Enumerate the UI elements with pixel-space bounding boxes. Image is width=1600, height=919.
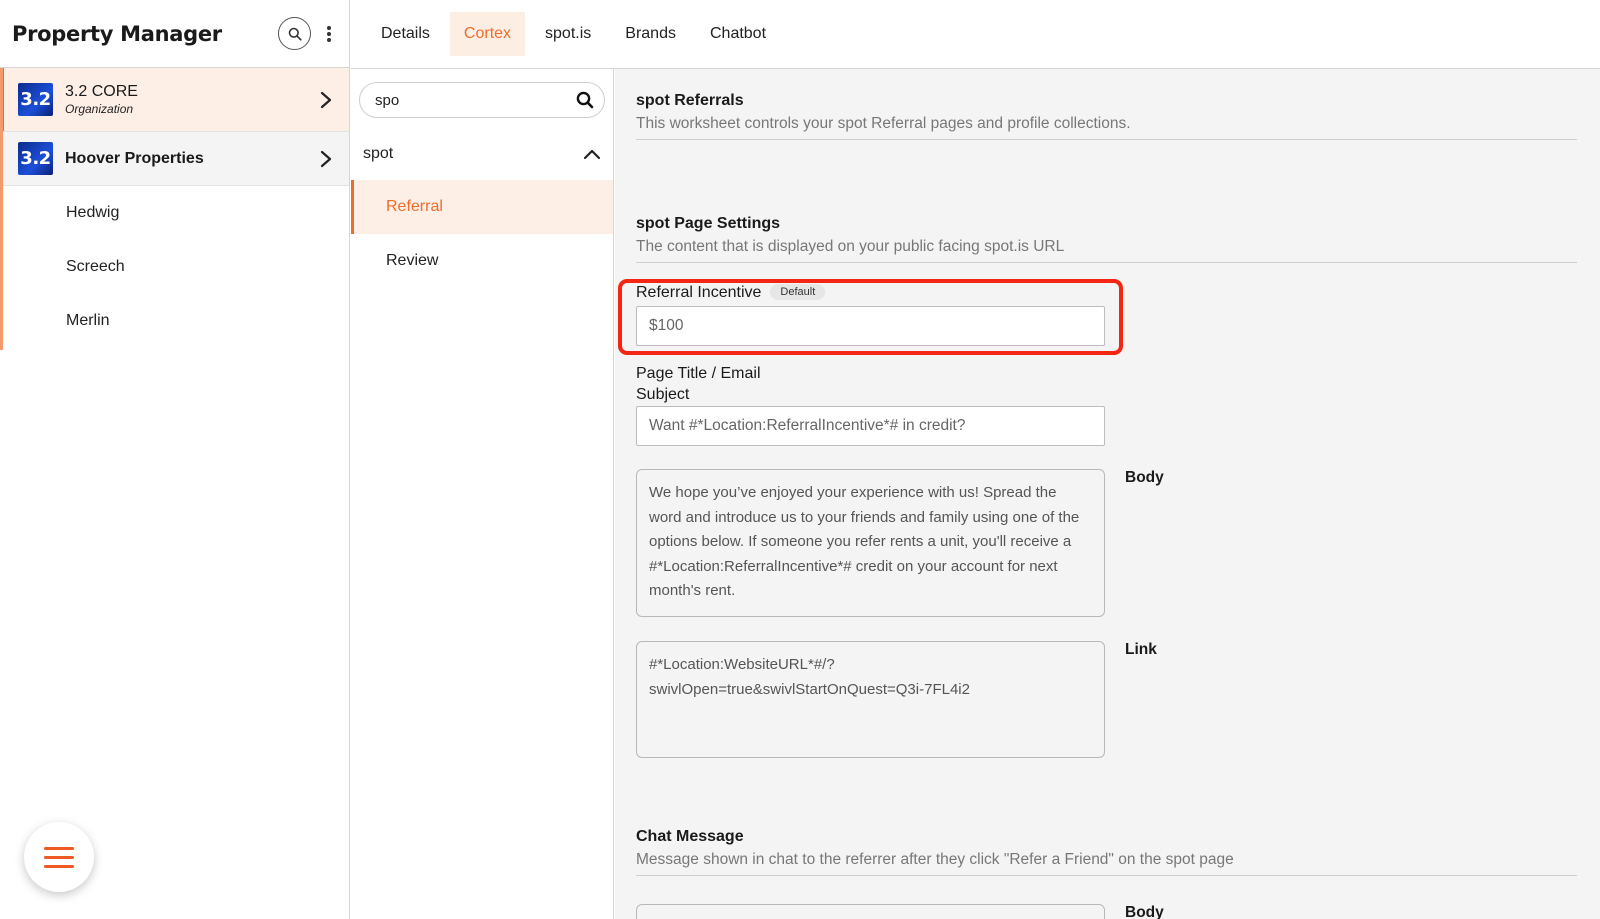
- link-label: Link: [1125, 641, 1157, 658]
- org-badge: 3.2: [18, 83, 53, 116]
- section-chat-message: Chat Message Message shown in chat to th…: [636, 828, 1577, 876]
- chat-body-textarea[interactable]: [636, 904, 1105, 919]
- section-description: The content that is displayed on your pu…: [636, 238, 1065, 255]
- section-page-settings: spot Page Settings The content that is d…: [636, 215, 1577, 263]
- default-badge: Default: [770, 284, 826, 300]
- tab-cortex[interactable]: Cortex: [449, 12, 526, 56]
- field-label-line: Page Title / Email: [636, 365, 761, 382]
- field-label-line: Subject: [636, 386, 690, 403]
- tab-bar: Details Cortex spot.is Brands Chatbot: [351, 0, 1600, 69]
- tab-spot-is[interactable]: spot.is: [531, 12, 605, 56]
- search-button[interactable]: [278, 17, 311, 50]
- org-row-hoover[interactable]: 3.2 Hoover Properties: [0, 132, 349, 186]
- menu-fab-button[interactable]: [24, 822, 94, 892]
- chevron-right-icon[interactable]: [315, 148, 337, 170]
- worksheet-nav: spot Referral Review: [351, 69, 614, 919]
- sidebar: Property Manager 3.2 3.2 CORE Organizati…: [0, 0, 350, 919]
- body-label: Body: [1125, 469, 1164, 486]
- section-spot-referrals: spot Referrals This worksheet controls y…: [636, 92, 1577, 140]
- search-icon[interactable]: [576, 91, 594, 109]
- org-name: Hoover Properties: [65, 149, 204, 167]
- link-line: #*Location:WebsiteURL*#/?: [649, 656, 835, 673]
- input-placeholder: $100: [649, 317, 684, 334]
- divider: [636, 139, 1577, 140]
- page-title-input[interactable]: Want #*Location:ReferralIncentive*# in c…: [636, 406, 1105, 446]
- search-icon: [288, 27, 302, 41]
- chat-body-label: Body: [1125, 904, 1164, 919]
- page-title-label: Page Title / Email Subject: [636, 363, 761, 405]
- group-label: spot: [363, 145, 394, 162]
- sidebar-header: Property Manager: [0, 0, 349, 68]
- referral-incentive-label: Referral Incentive Default: [636, 284, 826, 302]
- worksheet-search[interactable]: [359, 82, 605, 118]
- kebab-menu-icon[interactable]: [321, 23, 337, 45]
- tab-chatbot[interactable]: Chatbot: [696, 12, 780, 56]
- worksheet-item-review[interactable]: Review: [351, 234, 613, 288]
- input-placeholder: Want #*Location:ReferralIncentive*# in c…: [649, 417, 966, 434]
- tab-brands[interactable]: Brands: [611, 12, 690, 56]
- worksheet-search-input[interactable]: [375, 91, 576, 109]
- link-textarea[interactable]: #*Location:WebsiteURL*#/? swivlOpen=true…: [636, 641, 1105, 758]
- org-name: 3.2 CORE: [65, 83, 138, 100]
- link-line: swivlOpen=true&swivlStartOnQuest=Q3i-7FL…: [649, 680, 970, 698]
- property-item-hedwig[interactable]: Hedwig: [0, 186, 349, 240]
- app-title: Property Manager: [12, 21, 222, 46]
- property-item-merlin[interactable]: Merlin: [0, 294, 349, 348]
- section-description: Message shown in chat to the referrer af…: [636, 851, 1234, 868]
- referral-incentive-input[interactable]: $100: [636, 306, 1105, 346]
- org-badge: 3.2: [18, 142, 53, 175]
- section-title: spot Referrals: [636, 92, 744, 109]
- divider: [636, 262, 1577, 263]
- field-label-text: Referral Incentive: [636, 284, 762, 301]
- divider: [636, 875, 1577, 876]
- section-title: spot Page Settings: [636, 215, 781, 232]
- worksheet-item-referral[interactable]: Referral: [351, 180, 613, 234]
- chevron-up-icon[interactable]: [583, 148, 601, 160]
- tab-details[interactable]: Details: [367, 12, 444, 56]
- group-spot[interactable]: spot: [351, 128, 613, 180]
- chevron-right-icon[interactable]: [315, 89, 337, 111]
- body-textarea[interactable]: We hope you’ve enjoyed your experience w…: [636, 469, 1105, 617]
- org-subtitle: Organization: [65, 102, 134, 116]
- main-content: spot Referrals This worksheet controls y…: [615, 69, 1600, 919]
- section-title: Chat Message: [636, 828, 744, 845]
- sidebar-accent-bar: [0, 68, 3, 350]
- org-row-core[interactable]: 3.2 3.2 CORE Organization: [0, 68, 349, 132]
- section-description: This worksheet controls your spot Referr…: [636, 115, 1131, 132]
- property-item-screech[interactable]: Screech: [0, 240, 349, 294]
- hamburger-icon: [44, 846, 74, 850]
